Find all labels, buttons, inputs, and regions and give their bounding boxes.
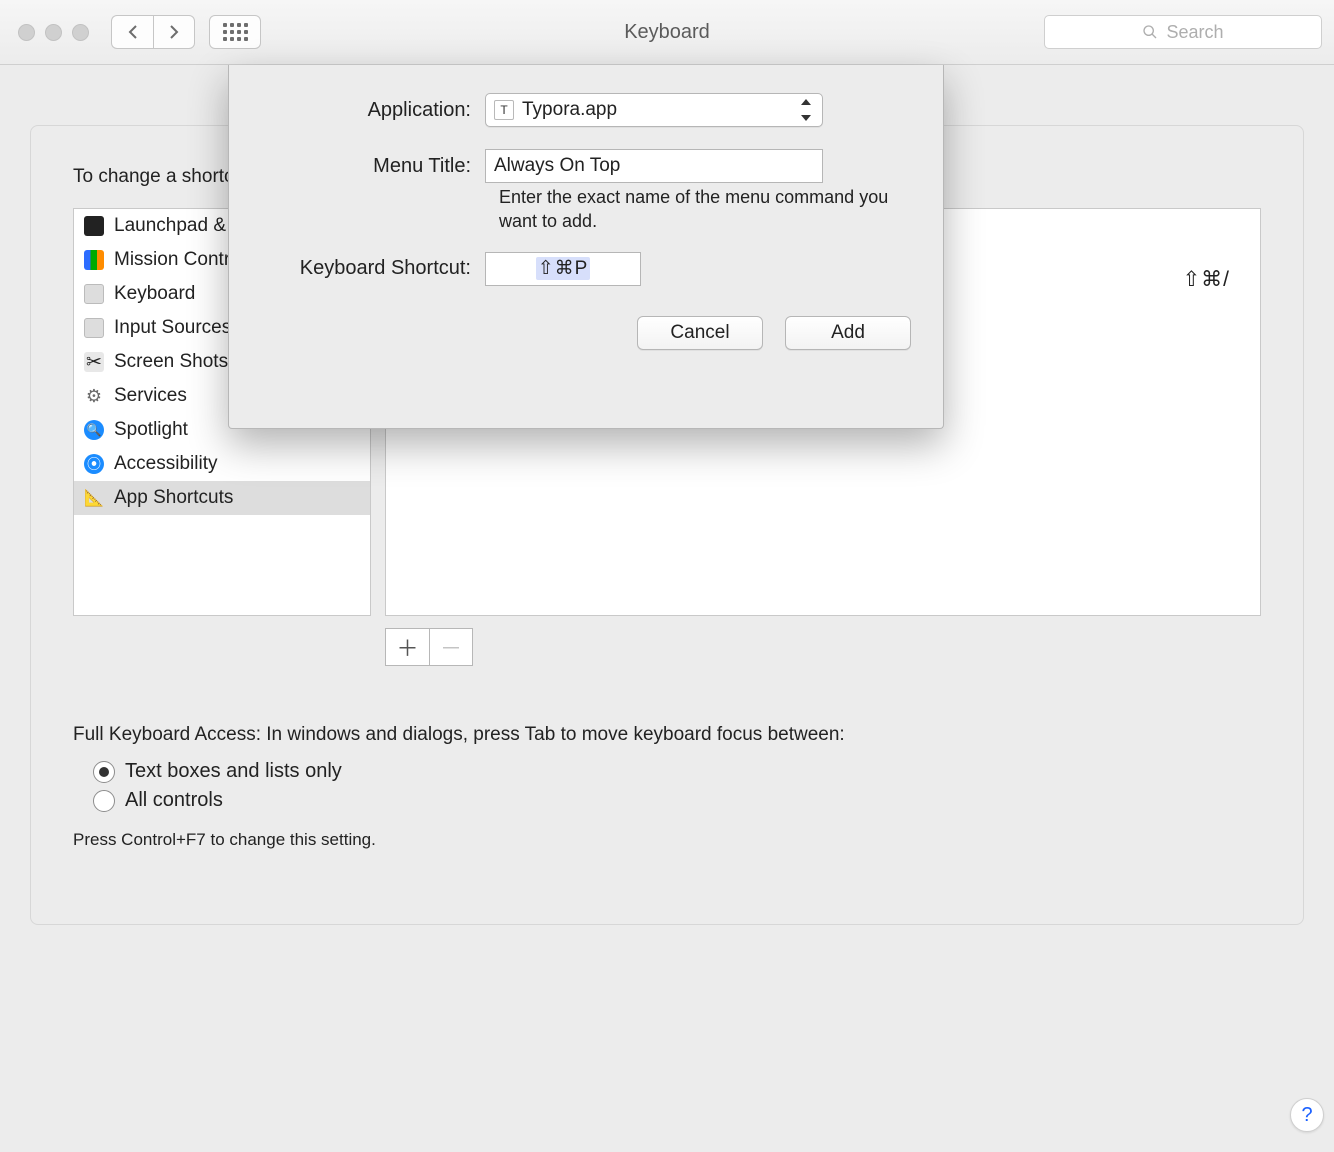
spotlight-icon: 🔍 <box>84 420 104 440</box>
radio-text-boxes-only[interactable]: Text boxes and lists only <box>93 760 1261 783</box>
add-shortcut-sheet: Application: T Typora.app Menu Title: Al… <box>228 65 944 429</box>
add-shortcut-button[interactable]: ＋ <box>385 628 429 666</box>
minimize-window-icon[interactable] <box>45 24 62 41</box>
radio-icon <box>93 790 115 812</box>
search-icon <box>1142 24 1158 40</box>
zoom-window-icon[interactable] <box>72 24 89 41</box>
add-button[interactable]: Add <box>785 316 911 350</box>
grid-icon <box>223 23 248 41</box>
launchpad-icon <box>84 216 104 236</box>
app-shortcuts-icon: 📐 <box>84 488 104 508</box>
radio-all-controls[interactable]: All controls <box>93 789 1261 812</box>
shortcut-field[interactable]: ⇧⌘P <box>485 252 641 286</box>
remove-shortcut-button[interactable]: － <box>429 628 473 666</box>
add-remove-buttons: ＋ － <box>385 628 1261 666</box>
mission-control-icon <box>84 250 104 270</box>
application-popup[interactable]: T Typora.app <box>485 93 823 127</box>
nav-buttons <box>111 15 195 49</box>
radio-icon <box>93 761 115 783</box>
menu-title-help: Enter the exact name of the menu command… <box>499 185 919 234</box>
services-icon: ⚙ <box>84 386 104 406</box>
category-accessibility[interactable]: ⦿ Accessibility <box>74 447 370 481</box>
menu-title-label: Menu Title: <box>253 155 485 178</box>
fka-note: Press Control+F7 to change this setting. <box>73 830 1261 850</box>
menu-title-field[interactable]: Always On Top <box>485 149 823 183</box>
updown-arrows-icon <box>798 97 816 123</box>
close-window-icon[interactable] <box>18 24 35 41</box>
typora-app-icon: T <box>494 100 514 120</box>
back-button[interactable] <box>111 15 153 49</box>
cancel-button[interactable]: Cancel <box>637 316 763 350</box>
accessibility-icon: ⦿ <box>84 454 104 474</box>
screenshots-icon: ✂ <box>84 352 104 372</box>
application-value: Typora.app <box>522 99 617 121</box>
search-placeholder: Search <box>1166 22 1223 43</box>
application-label: Application: <box>253 99 485 122</box>
keyboard-icon <box>84 284 104 304</box>
show-all-button[interactable] <box>209 15 261 49</box>
fka-radio-group: Text boxes and lists only All controls <box>73 760 1261 812</box>
help-button[interactable]: ? <box>1290 1098 1324 1132</box>
shortcut-value: ⇧⌘/ <box>1183 267 1230 292</box>
window-controls <box>12 24 89 41</box>
search-input[interactable]: Search <box>1044 15 1322 49</box>
toolbar: Keyboard Search <box>0 0 1334 65</box>
forward-button[interactable] <box>153 15 195 49</box>
shortcut-label: Keyboard Shortcut: <box>253 257 485 280</box>
input-sources-icon <box>84 318 104 338</box>
full-keyboard-access-label: Full Keyboard Access: In windows and dia… <box>73 724 1261 746</box>
category-app-shortcuts[interactable]: 📐 App Shortcuts <box>74 481 370 515</box>
